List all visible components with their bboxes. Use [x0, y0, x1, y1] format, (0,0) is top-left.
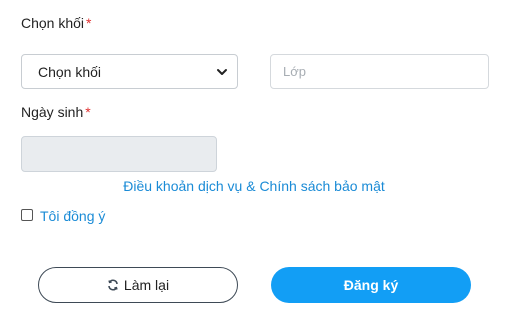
birthdate-field[interactable]	[21, 136, 217, 172]
terms-link[interactable]: Điều khoản dịch vụ & Chính sách bảo mật	[123, 178, 385, 194]
chevron-down-icon	[217, 68, 227, 75]
birthdate-required-mark: *	[85, 104, 91, 120]
class-input[interactable]: Lớp	[270, 54, 489, 89]
reset-button-label: Làm lại	[123, 277, 170, 293]
register-button-label: Đăng ký	[343, 277, 399, 293]
grade-label-text: Chọn khối	[21, 15, 85, 31]
grade-select-value: Chọn khối	[38, 63, 102, 80]
birthdate-label-text: Ngày sinh	[21, 104, 84, 120]
register-button[interactable]: Đăng ký	[271, 267, 471, 303]
agree-label[interactable]: Tôi đồng ý	[40, 208, 105, 224]
reset-button[interactable]: Làm lại	[38, 267, 238, 303]
birthdate-label: Ngày sinh *	[21, 104, 91, 120]
class-input-placeholder: Lớp	[283, 64, 306, 79]
grade-required-mark: *	[86, 15, 92, 31]
terms-link-container: Điều khoản dịch vụ & Chính sách bảo mật	[0, 178, 508, 194]
agree-checkbox[interactable]	[21, 209, 33, 221]
grade-label: Chọn khối *	[21, 15, 92, 31]
grade-select[interactable]: Chọn khối	[21, 54, 238, 89]
refresh-icon	[108, 279, 118, 291]
